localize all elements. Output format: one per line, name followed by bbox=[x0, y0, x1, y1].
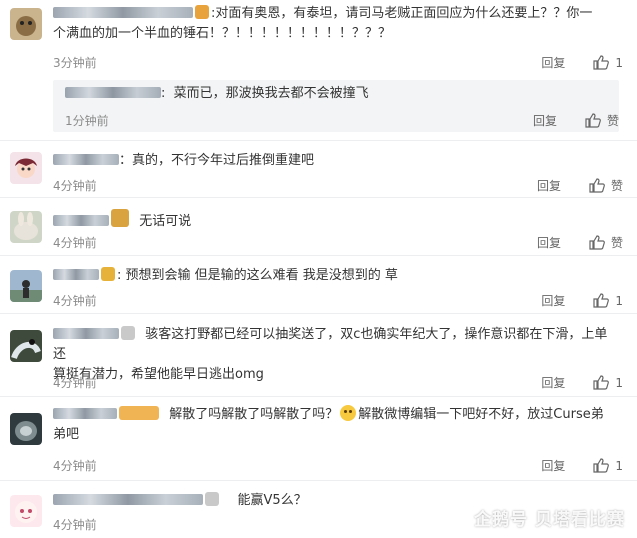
comment-item: 骇客这打野都已经可以抽奖送了，双c也确实年纪大了，操作意识都在下滑，上单还 算挺… bbox=[0, 314, 637, 397]
username[interactable] bbox=[53, 328, 119, 339]
comment-text-line2: 算挺有潜力，希望他能早日逃出omg bbox=[53, 367, 264, 382]
timestamp: 4分钟前 bbox=[53, 179, 97, 193]
comment-item: 解散了吗解散了吗解散了吗？ 解散微博编辑一下吧好不好，放过Curse弟 弟吧 4分… bbox=[0, 397, 637, 481]
sub-reply-username[interactable] bbox=[65, 87, 161, 98]
username[interactable] bbox=[53, 154, 119, 165]
user-badge-icon bbox=[121, 326, 135, 340]
user-badge-icon bbox=[111, 209, 129, 227]
comment-text: 解散了吗解散了吗解散了吗？ 解散微博编辑一下吧好不好，放过Curse弟 bbox=[53, 405, 619, 425]
like-count: 1 bbox=[615, 293, 623, 308]
timestamp: 4分钟前 bbox=[53, 294, 97, 308]
avatar[interactable] bbox=[10, 330, 42, 362]
like-button[interactable]: 赞 bbox=[589, 177, 623, 194]
sub-reply: : 菜而已，那波换我去都不会被撞飞 1分钟前 回复 赞 bbox=[53, 80, 619, 132]
thumbs-up-icon bbox=[593, 293, 610, 308]
like-label: 赞 bbox=[610, 236, 623, 250]
comment-text: ：真的，不行今年过后推倒重建吧 bbox=[53, 151, 619, 171]
username[interactable] bbox=[53, 215, 109, 226]
like-label: 赞 bbox=[610, 179, 623, 193]
like-button[interactable]: 1 bbox=[593, 55, 623, 70]
avatar[interactable] bbox=[10, 270, 42, 302]
sub-reply-reply-button[interactable]: 回复 bbox=[533, 112, 557, 129]
sub-reply-text: : 菜而已，那波换我去都不会被撞飞 bbox=[65, 84, 369, 104]
like-count: 1 bbox=[615, 55, 623, 70]
comment-item: 无话可说 4分钟前 回复 赞 bbox=[0, 198, 637, 256]
reply-button[interactable]: 回复 bbox=[541, 292, 565, 309]
comment-text: 骇客这打野都已经可以抽奖送了，双c也确实年纪大了，操作意识都在下滑，上单还 bbox=[53, 326, 608, 362]
like-label: 赞 bbox=[606, 114, 619, 128]
username[interactable] bbox=[53, 494, 203, 505]
user-badge-icon bbox=[195, 5, 209, 19]
watermark: 企鹅号 贝塔看比赛 bbox=[474, 510, 625, 530]
thumbs-up-icon bbox=[593, 458, 610, 473]
username[interactable] bbox=[53, 408, 117, 419]
user-badge-icon bbox=[101, 267, 115, 281]
avatar[interactable] bbox=[10, 152, 42, 184]
user-badge-icon bbox=[119, 406, 159, 420]
like-button[interactable]: 1 bbox=[593, 375, 623, 390]
avatar[interactable] bbox=[10, 413, 42, 445]
user-badge-icon bbox=[205, 492, 219, 506]
timestamp: 4分钟前 bbox=[53, 518, 97, 532]
comment-item: : 预想到会输 但是输的这么难看 我是没想到的 草 4分钟前 回复 1 bbox=[0, 256, 637, 314]
like-button[interactable]: 赞 bbox=[589, 234, 623, 251]
thumbs-up-icon bbox=[589, 178, 605, 193]
like-button[interactable]: 1 bbox=[593, 293, 623, 308]
sub-reply-timestamp: 1分钟前 bbox=[65, 114, 109, 128]
comment-text: :对面有奥恩，有泰坦，请司马老贼正面回应为什么还要上？？你一 bbox=[53, 4, 619, 24]
avatar[interactable] bbox=[10, 211, 42, 243]
like-count: 1 bbox=[615, 375, 623, 390]
comment-item: :对面有奥恩，有泰坦，请司马老贼正面回应为什么还要上？？你一 个满血的加一个半血… bbox=[0, 0, 637, 141]
like-count: 1 bbox=[615, 458, 623, 473]
thumbs-up-icon bbox=[589, 235, 605, 250]
comment-text: : 预想到会输 但是输的这么难看 我是没想到的 草 bbox=[53, 266, 619, 286]
thumbs-up-icon bbox=[593, 375, 610, 390]
reply-button[interactable]: 回复 bbox=[541, 374, 565, 391]
reply-button[interactable]: 回复 bbox=[541, 54, 565, 71]
thumbs-up-icon bbox=[585, 113, 601, 128]
reply-button[interactable]: 回复 bbox=[537, 177, 561, 194]
timestamp: 4分钟前 bbox=[53, 236, 97, 250]
comment-item: ：真的，不行今年过后推倒重建吧 4分钟前 回复 赞 bbox=[0, 141, 637, 198]
reply-button[interactable]: 回复 bbox=[537, 234, 561, 251]
avatar[interactable] bbox=[10, 495, 42, 527]
timestamp: 3分钟前 bbox=[53, 56, 97, 70]
comment-text: 无话可说 bbox=[53, 209, 619, 232]
comment-text-line2: 个满血的加一个半血的锤石！？！！！！！！！！！？？？ bbox=[53, 26, 392, 41]
thumbs-up-icon bbox=[593, 55, 610, 70]
emoji-icon bbox=[340, 405, 357, 421]
timestamp: 4分钟前 bbox=[53, 459, 97, 473]
avatar[interactable] bbox=[10, 8, 42, 40]
sub-reply-like-button[interactable]: 赞 bbox=[585, 112, 619, 129]
username[interactable] bbox=[53, 7, 193, 18]
username[interactable] bbox=[53, 269, 99, 280]
comment-text-line2: 弟吧 bbox=[53, 427, 80, 442]
reply-button[interactable]: 回复 bbox=[541, 457, 565, 474]
timestamp: 4分钟前 bbox=[53, 376, 97, 390]
like-button[interactable]: 1 bbox=[593, 458, 623, 473]
